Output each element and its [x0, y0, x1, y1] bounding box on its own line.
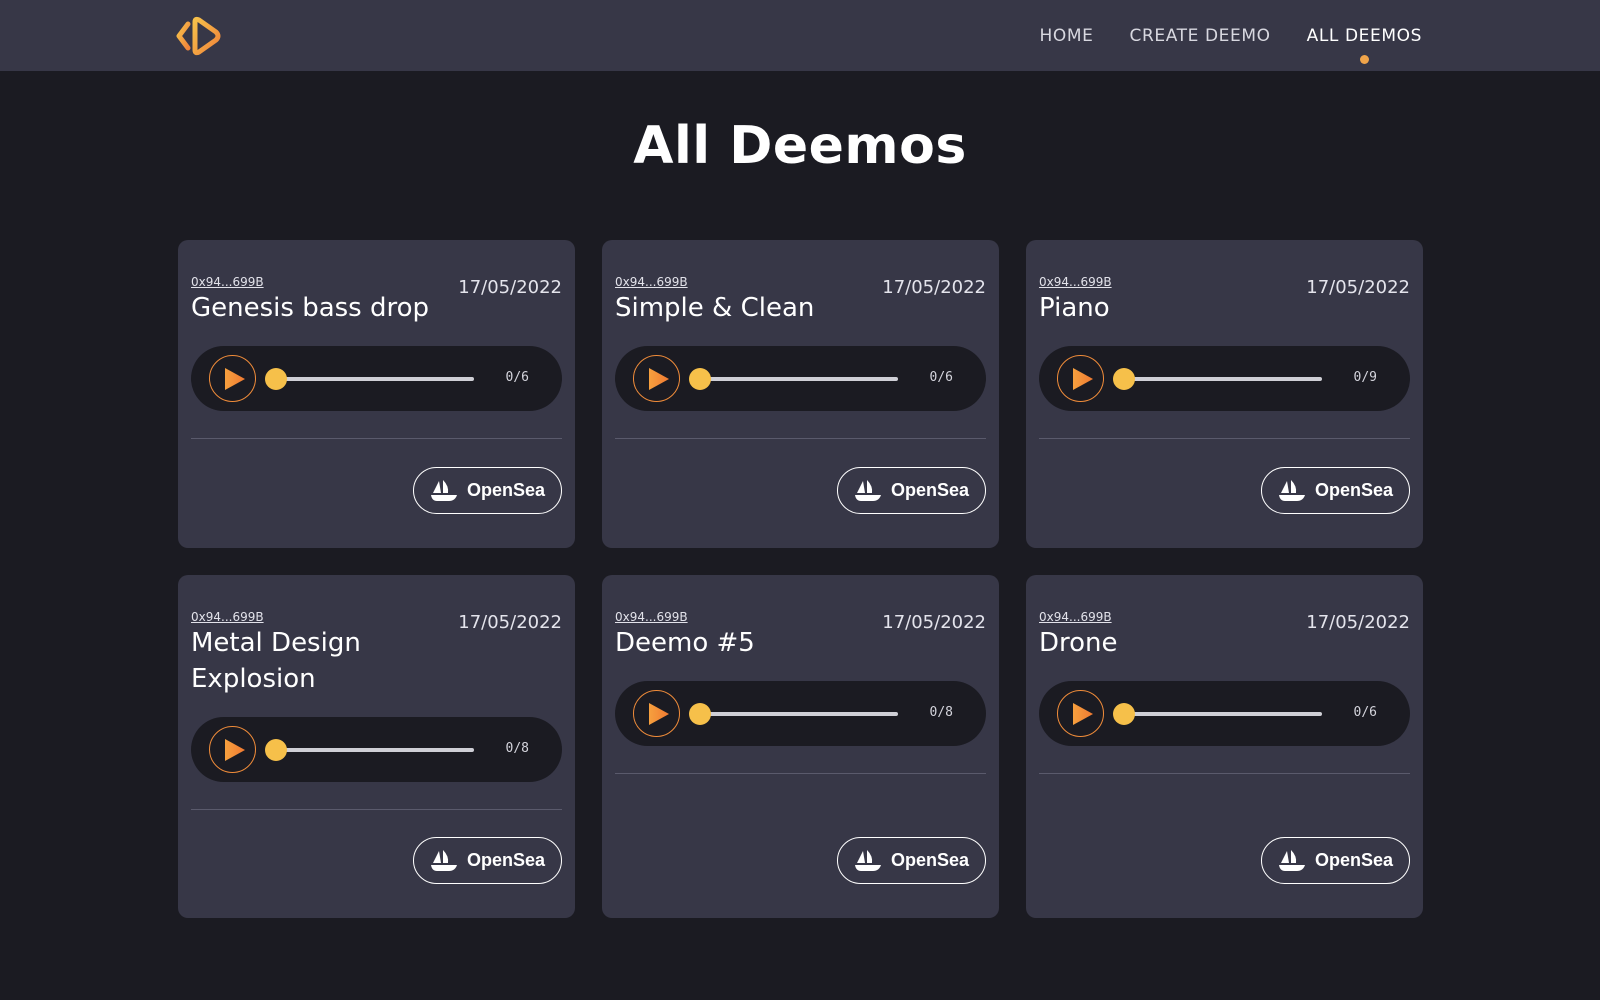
play-button[interactable]	[209, 355, 256, 402]
play-button[interactable]	[1057, 690, 1104, 737]
nav-create-deemo-label: CREATE DEEMO	[1129, 25, 1271, 46]
progress-slider[interactable]	[689, 703, 898, 725]
time-counter: 0/6	[1353, 705, 1377, 720]
opensea-ship-icon	[854, 849, 881, 871]
audio-player: 0/6	[615, 346, 986, 411]
card-title: Simple & Clean	[615, 293, 815, 323]
play-button[interactable]	[209, 726, 256, 773]
card-header: 0x94...699B 17/05/2022 Genesis bass drop	[191, 275, 562, 326]
time-counter: 0/6	[929, 370, 953, 385]
nav-all-deemos-link[interactable]: ALL DEEMOS	[1306, 25, 1422, 64]
deemo-card: 0x94...699B 17/05/2022 Piano 0/9 OpenSea	[1026, 240, 1423, 548]
nav-create-deemo-link[interactable]: CREATE DEEMO	[1130, 26, 1271, 46]
opensea-ship-icon	[430, 479, 457, 501]
slider-thumb[interactable]	[265, 368, 287, 390]
audio-player: 0/6	[1039, 681, 1410, 746]
card-date: 17/05/2022	[882, 277, 986, 298]
deemo-logo[interactable]	[176, 14, 224, 58]
audio-player: 0/8	[615, 681, 986, 746]
opensea-button[interactable]: OpenSea	[413, 467, 562, 514]
play-icon	[1073, 368, 1093, 390]
opensea-button[interactable]: OpenSea	[413, 837, 562, 884]
progress-slider[interactable]	[689, 368, 898, 390]
card-date: 17/05/2022	[1306, 612, 1410, 633]
opensea-label: OpenSea	[1314, 480, 1394, 500]
opensea-label: OpenSea	[890, 480, 970, 500]
card-divider	[191, 809, 562, 810]
deemo-card: 0x94...699B 17/05/2022 Genesis bass drop…	[178, 240, 575, 548]
card-date: 17/05/2022	[458, 277, 562, 298]
deemo-grid: 0x94...699B 17/05/2022 Genesis bass drop…	[178, 240, 1423, 918]
card-title: Piano	[1039, 293, 1110, 323]
progress-slider[interactable]	[1113, 368, 1322, 390]
card-header: 0x94...699B 17/05/2022 Piano	[1039, 275, 1410, 326]
card-title: Genesis bass drop	[191, 293, 430, 323]
time-counter: 0/9	[1353, 370, 1377, 385]
opensea-label: OpenSea	[890, 850, 970, 870]
time-counter: 0/8	[929, 705, 953, 720]
audio-player: 0/8	[191, 717, 562, 782]
opensea-ship-icon	[1278, 849, 1305, 871]
card-title: Drone	[1039, 628, 1118, 658]
play-icon	[649, 703, 669, 725]
opensea-ship-icon	[1278, 479, 1305, 501]
active-indicator-dot	[1360, 54, 1370, 64]
card-divider	[191, 438, 562, 439]
page-title: All Deemos	[633, 116, 967, 176]
deemo-card: 0x94...699B 17/05/2022 Deemo #5 0/8 Open…	[602, 575, 999, 918]
slider-thumb[interactable]	[265, 739, 287, 761]
progress-slider[interactable]	[265, 368, 474, 390]
audio-player: 0/9	[1039, 346, 1410, 411]
card-divider	[1039, 438, 1410, 439]
play-button[interactable]	[633, 690, 680, 737]
opensea-label: OpenSea	[1314, 850, 1394, 870]
card-header: 0x94...699B 17/05/2022 Metal Design Expl…	[191, 610, 562, 697]
card-divider	[1039, 773, 1410, 774]
card-divider	[615, 773, 986, 774]
opensea-label: OpenSea	[466, 480, 546, 500]
play-icon	[649, 368, 669, 390]
time-counter: 0/8	[505, 741, 529, 756]
slider-thumb[interactable]	[689, 703, 711, 725]
opensea-button[interactable]: OpenSea	[1261, 467, 1410, 514]
play-button[interactable]	[1057, 355, 1104, 402]
card-date: 17/05/2022	[882, 612, 986, 633]
card-date: 17/05/2022	[1306, 277, 1410, 298]
slider-thumb[interactable]	[1113, 703, 1135, 725]
time-counter: 0/6	[505, 370, 529, 385]
nav-links: HOME CREATE DEEMO ALL DEEMOS	[1040, 0, 1422, 71]
play-button[interactable]	[633, 355, 680, 402]
deemo-card: 0x94...699B 17/05/2022 Simple & Clean 0/…	[602, 240, 999, 548]
navbar: HOME CREATE DEEMO ALL DEEMOS	[0, 0, 1600, 71]
card-title: Deemo #5	[615, 628, 755, 658]
card-divider	[615, 438, 986, 439]
nav-home-label: HOME	[1039, 25, 1094, 46]
opensea-button[interactable]: OpenSea	[837, 837, 986, 884]
card-header: 0x94...699B 17/05/2022 Deemo #5	[615, 610, 986, 661]
audio-player: 0/6	[191, 346, 562, 411]
opensea-ship-icon	[430, 849, 457, 871]
play-icon	[1073, 703, 1093, 725]
slider-thumb[interactable]	[1113, 368, 1135, 390]
opensea-button[interactable]: OpenSea	[837, 467, 986, 514]
opensea-ship-icon	[854, 479, 881, 501]
play-icon	[225, 368, 245, 390]
deemo-card: 0x94...699B 17/05/2022 Drone 0/6 OpenSea	[1026, 575, 1423, 918]
slider-thumb[interactable]	[689, 368, 711, 390]
play-icon	[225, 739, 245, 761]
card-header: 0x94...699B 17/05/2022 Drone	[1039, 610, 1410, 661]
card-title: Metal Design Explosion	[191, 628, 361, 694]
opensea-button[interactable]: OpenSea	[1261, 837, 1410, 884]
progress-slider[interactable]	[1113, 703, 1322, 725]
progress-slider[interactable]	[265, 739, 474, 761]
card-header: 0x94...699B 17/05/2022 Simple & Clean	[615, 275, 986, 326]
nav-all-deemos-label: ALL DEEMOS	[1306, 25, 1422, 46]
nav-home-link[interactable]: HOME	[1040, 26, 1094, 46]
card-date: 17/05/2022	[458, 612, 562, 633]
opensea-label: OpenSea	[466, 850, 546, 870]
deemo-card: 0x94...699B 17/05/2022 Metal Design Expl…	[178, 575, 575, 918]
